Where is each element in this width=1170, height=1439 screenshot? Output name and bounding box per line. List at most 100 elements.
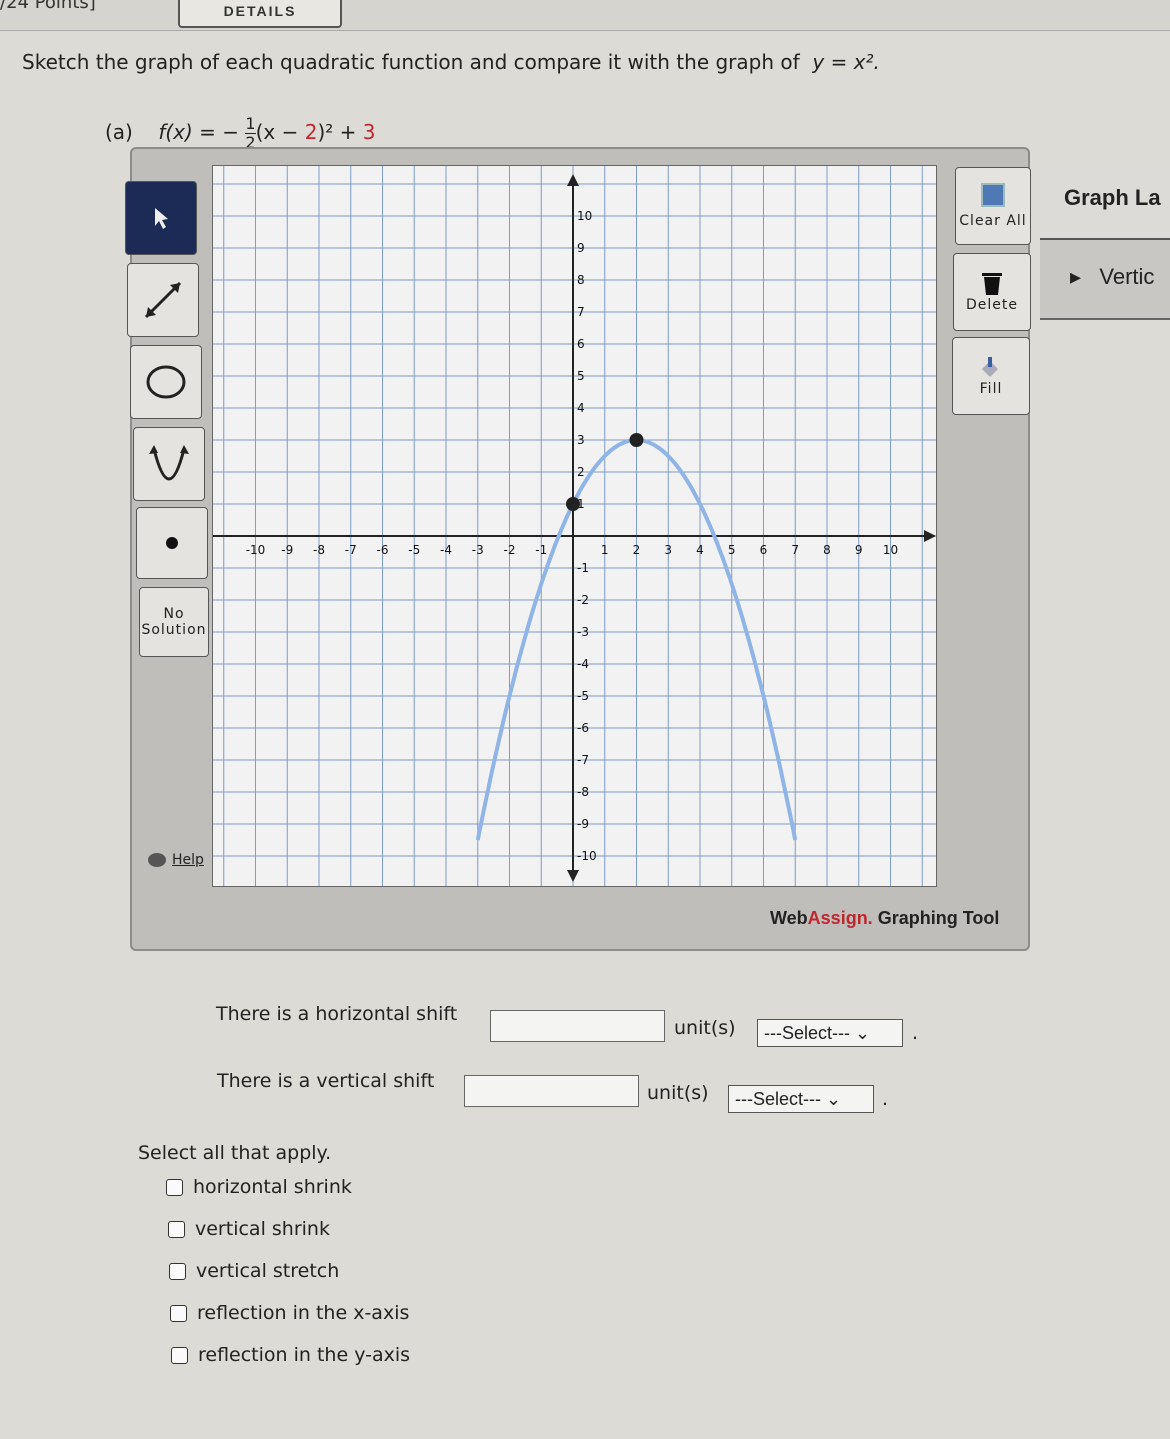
x-tick-label: 9 (855, 543, 863, 557)
fill-button[interactable]: Fill (952, 337, 1030, 415)
h-value: 2 (304, 120, 318, 144)
pointer-tool[interactable] (125, 181, 197, 255)
y-tick-label: 5 (577, 369, 585, 383)
chevron-down-icon: ⌄ (826, 1088, 842, 1109)
graph-canvas[interactable]: -10 -9 -8 -7 -6 -5 -4 -3 -2 -1 1 2 3 4 5 6 7 8 9 10 10 9 8 7 6 5 4… (212, 165, 937, 887)
line-tool[interactable] (127, 263, 199, 337)
y-tick-label: 2 (577, 465, 585, 479)
clear-all-button[interactable]: Clear All (955, 167, 1031, 245)
parabola-tool[interactable] (133, 427, 205, 501)
brand-assign: Assign. (807, 908, 873, 928)
y-tick-label: 9 (577, 241, 585, 255)
line-icon (144, 281, 182, 319)
part-label: (a) (105, 120, 133, 144)
function-mid: (x − (255, 120, 305, 144)
help-icon (148, 853, 166, 867)
circle-icon (146, 365, 186, 399)
y-tick-label: 3 (577, 433, 585, 447)
option-vertical-shrink[interactable]: vertical shrink (168, 1218, 330, 1240)
y-tick-label: -10 (577, 849, 597, 863)
option-label: vertical shrink (195, 1218, 330, 1240)
y-tick-label: 6 (577, 337, 585, 351)
prompt-text: Sketch the graph of each quadratic funct… (22, 50, 800, 74)
prompt-equation: y = x². (812, 50, 880, 74)
y-tick-label: 8 (577, 273, 585, 287)
parabola-icon (149, 445, 189, 481)
x-tick-label: -10 (246, 543, 266, 557)
no-solution-line1: No (163, 606, 185, 622)
trash-icon (982, 273, 1002, 295)
x-tick-label: -3 (472, 543, 484, 557)
brand-web: Web (770, 908, 808, 928)
details-button[interactable]: DETAILS (178, 0, 342, 28)
y-tick-label: 4 (577, 401, 585, 415)
horizontal-shift-input[interactable] (490, 1010, 665, 1042)
horizontal-shift-text: There is a horizontal shift (216, 1003, 458, 1025)
clear-all-label: Clear All (959, 213, 1027, 229)
period: . (912, 1022, 919, 1044)
y-tick-label: -2 (577, 593, 589, 607)
select-value: ---Select--- (764, 1022, 850, 1043)
graph-point (566, 497, 580, 511)
select-all-text: Select all that apply. (138, 1142, 332, 1164)
option-label: reflection in the y-axis (198, 1344, 411, 1366)
function-after: )² + (317, 120, 363, 144)
x-tick-label: 6 (760, 543, 768, 557)
x-tick-label: 7 (791, 543, 799, 557)
help-link[interactable]: Help (148, 852, 204, 868)
fill-icon (982, 357, 998, 377)
horizontal-direction-select[interactable]: ---Select--- ⌄ (757, 1019, 903, 1047)
no-solution-button[interactable]: No Solution (139, 587, 209, 657)
checkbox[interactable] (171, 1346, 188, 1364)
x-tick-label: 2 (633, 543, 641, 557)
y-tick-label: -6 (577, 721, 589, 735)
points-label: /24 Points] (0, 0, 96, 13)
vertical-shift-text: There is a vertical shift (217, 1070, 435, 1092)
circle-tool[interactable] (130, 345, 202, 419)
option-label: horizontal shrink (193, 1176, 352, 1198)
y-tick-label: -5 (577, 689, 589, 703)
option-horizontal-shrink[interactable]: horizontal shrink (166, 1176, 352, 1198)
prompt: Sketch the graph of each quadratic funct… (22, 50, 880, 74)
side-panel: Graph La ▸ Vertic (1040, 165, 1170, 495)
x-tick-label: 5 (728, 543, 736, 557)
h-units: unit(s) (674, 1017, 736, 1039)
x-tick-label: 3 (664, 543, 672, 557)
k-value: 3 (362, 120, 376, 144)
checkbox[interactable] (169, 1262, 186, 1280)
layer-item-label: Vertic (1099, 264, 1155, 289)
function-prefix: f(x) = − (158, 120, 240, 144)
x-tick-label: -4 (440, 543, 452, 557)
y-tick-label: -8 (577, 785, 589, 799)
x-tick-label: -7 (345, 543, 357, 557)
x-tick-label: 1 (601, 543, 609, 557)
vertical-direction-select[interactable]: ---Select--- ⌄ (728, 1085, 874, 1113)
point-tool[interactable] (136, 507, 208, 579)
delete-button[interactable]: Delete (953, 253, 1031, 331)
option-reflection-y[interactable]: reflection in the y-axis (171, 1344, 410, 1366)
chevron-down-icon: ⌄ (855, 1022, 871, 1043)
vertical-shift-input[interactable] (464, 1075, 639, 1107)
checkbox[interactable] (170, 1304, 187, 1322)
y-tick-label: -9 (577, 817, 589, 831)
x-tick-label: 4 (696, 543, 704, 557)
x-tick-label: -2 (504, 543, 516, 557)
y-tick-label: 10 (577, 209, 592, 223)
checkbox[interactable] (166, 1178, 183, 1196)
x-tick-label: 10 (883, 543, 898, 557)
x-tick-label: -9 (281, 543, 293, 557)
select-value: ---Select--- (735, 1088, 821, 1109)
point-icon (166, 537, 178, 549)
delete-label: Delete (966, 297, 1018, 313)
option-vertical-stretch[interactable]: vertical stretch (169, 1260, 339, 1282)
help-label: Help (172, 852, 204, 868)
x-tick-label: -6 (377, 543, 389, 557)
checkbox[interactable] (168, 1220, 185, 1238)
graph-layers-title: Graph La (1040, 165, 1170, 240)
option-reflection-x[interactable]: reflection in the x-axis (170, 1302, 409, 1324)
y-tick-label: -1 (577, 561, 589, 575)
x-tick-label: -1 (535, 543, 547, 557)
layer-item[interactable]: ▸ Vertic (1040, 240, 1170, 320)
frac-num: 1 (245, 114, 256, 134)
brand-rest: Graphing Tool (872, 908, 1000, 928)
